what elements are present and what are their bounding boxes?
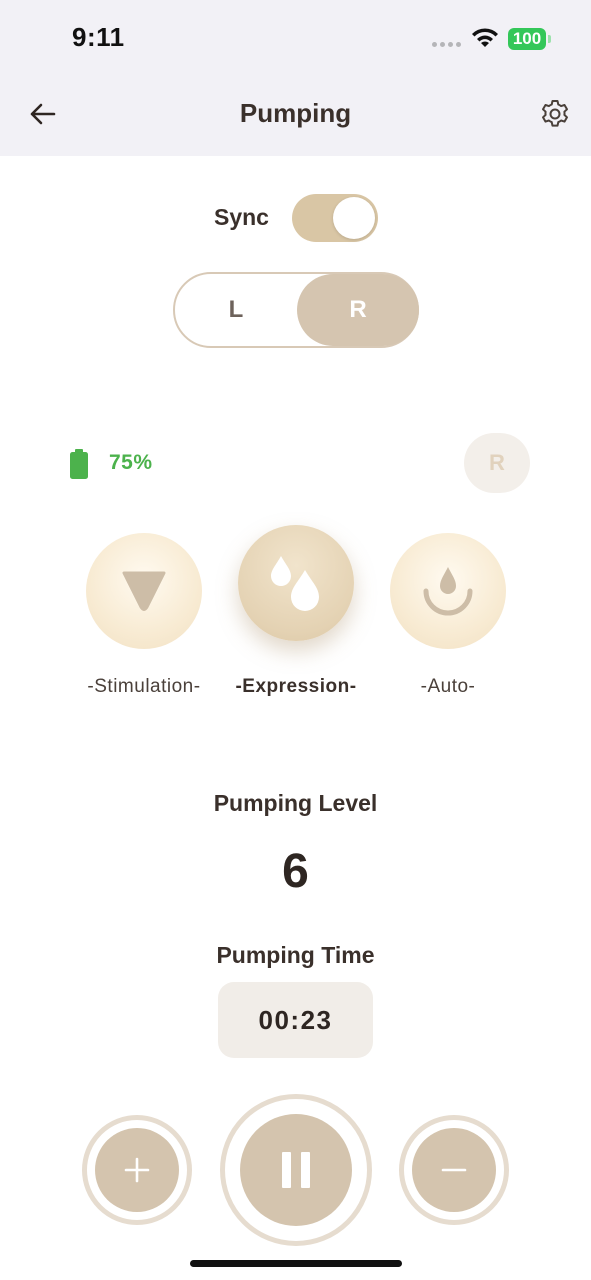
left-side-button[interactable]: L [175, 274, 297, 346]
increase-level-button[interactable] [82, 1115, 192, 1225]
right-side-button[interactable]: R [297, 274, 419, 346]
sync-toggle[interactable] [292, 194, 378, 242]
status-battery-nub [548, 35, 551, 43]
side-selector: L R [173, 272, 419, 348]
minus-icon [441, 1168, 467, 1172]
signal-icon [432, 42, 461, 47]
stimulation-mode-button[interactable] [86, 533, 202, 649]
pause-button-inner [240, 1114, 352, 1226]
pause-icon [282, 1152, 310, 1188]
wifi-icon [470, 26, 500, 55]
drop-bowl-icon [423, 567, 473, 616]
decrease-level-button[interactable] [399, 1115, 509, 1225]
stimulation-mode-label: -Stimulation- [87, 676, 201, 697]
page-title: Pumping [239, 98, 352, 128]
toggle-knob [333, 197, 375, 239]
pumping-level-title: Pumping Level [213, 790, 378, 816]
auto-mode-label: -Auto- [420, 676, 476, 697]
decrease-button-inner [412, 1128, 496, 1212]
increase-button-inner [95, 1128, 179, 1212]
home-indicator [190, 1260, 402, 1267]
pumping-time-title: Pumping Time [216, 942, 375, 968]
expression-mode-button[interactable] [238, 525, 354, 641]
triangle-down-icon [122, 571, 166, 611]
battery-level: 75% [109, 451, 153, 474]
pumping-level-value: 6 [282, 845, 309, 898]
sync-label: Sync [214, 204, 269, 230]
expression-mode-label: -Expression- [235, 676, 357, 697]
plus-icon [124, 1157, 150, 1183]
status-time: 9:11 [72, 22, 125, 52]
auto-mode-button[interactable] [390, 533, 506, 649]
status-battery-icon: 100 [508, 28, 546, 50]
settings-button[interactable] [537, 96, 573, 132]
gear-icon [542, 100, 568, 127]
side-badge: R [464, 433, 530, 493]
water-drops-icon [271, 556, 319, 611]
pause-button[interactable] [220, 1094, 372, 1246]
battery-icon [70, 449, 88, 484]
pumping-time-value: 00:23 [218, 982, 373, 1058]
